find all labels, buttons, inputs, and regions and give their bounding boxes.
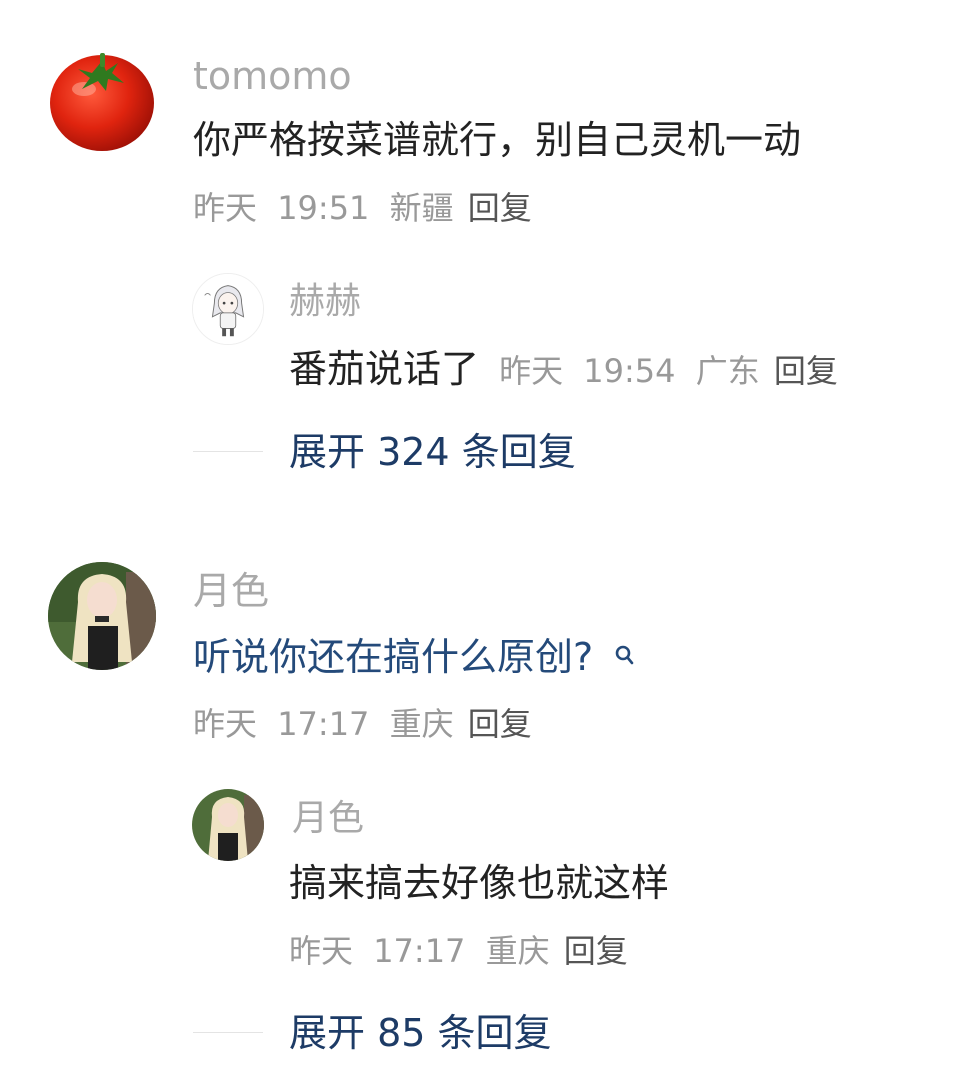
reply-meta: 昨天 19:54 广东 回复 [499,352,838,390]
tomato-avatar-image [48,45,156,153]
reply-date: 昨天 [499,352,564,390]
reply-text[interactable]: 搞来搞去好像也就这样 [289,864,669,902]
reply-date: 昨天 [289,932,354,970]
avatar[interactable] [192,273,264,345]
reply-button[interactable]: 回复 [468,705,532,743]
comment-location: 新疆 [389,189,454,227]
portrait-avatar-image [48,562,156,670]
comment-meta: 昨天 19:51 新疆 回复 [193,192,532,224]
comment-time: 19:51 [277,189,370,227]
username[interactable]: tomomo [193,57,352,95]
divider [193,451,263,452]
comment-date: 昨天 [193,189,258,227]
reply-text-line: 番茄说话了 昨天 19:54 广东 回复 [289,350,838,388]
username[interactable]: 赫赫 [289,284,361,320]
comment-text[interactable]: 你严格按菜谱就行，别自己灵机一动 [193,121,801,159]
username[interactable]: 月色 [193,572,269,610]
reply-time: 17:17 [373,932,466,970]
anime-girl-avatar-image [193,274,263,344]
expand-replies-button[interactable]: 展开 85 条回复 [289,1014,552,1052]
comment-time: 17:17 [277,705,370,743]
expand-replies-button[interactable]: 展开 324 条回复 [289,433,576,471]
reply-button[interactable]: 回复 [774,352,838,390]
comment-date: 昨天 [193,705,258,743]
reply-time: 19:54 [583,352,676,390]
avatar[interactable] [48,562,156,670]
portrait-avatar-image [192,789,264,861]
avatar[interactable] [192,789,264,861]
comment-meta: 昨天 17:17 重庆 回复 [193,708,532,740]
reply-button[interactable]: 回复 [468,189,532,227]
search-icon[interactable] [613,638,637,676]
comment-text[interactable]: 听说你还在搞什么原创? [193,635,593,679]
comment-text-line: 听说你还在搞什么原创? [193,638,637,676]
reply-text[interactable]: 番茄说话了 [289,347,479,391]
reply-location: 重庆 [485,932,550,970]
username[interactable]: 月色 [292,801,364,837]
comment-location: 重庆 [389,705,454,743]
divider [193,1032,263,1033]
reply-location: 广东 [695,352,760,390]
reply-button[interactable]: 回复 [564,932,628,970]
reply-meta: 昨天 17:17 重庆 回复 [289,935,628,967]
avatar[interactable] [48,45,156,153]
